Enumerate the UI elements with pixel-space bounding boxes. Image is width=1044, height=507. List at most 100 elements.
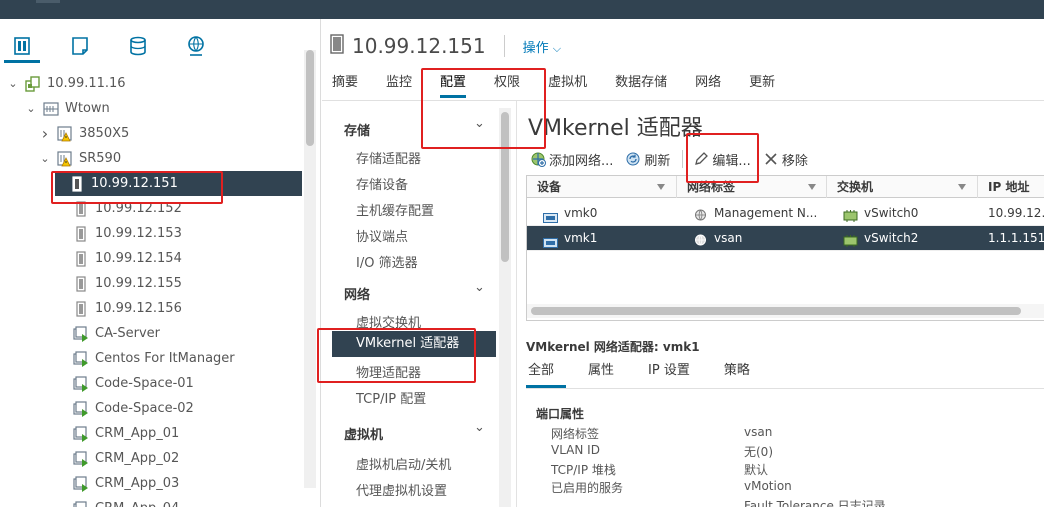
tree-item[interactable]: 10.99.12.153	[55, 221, 182, 246]
vm-icon	[73, 425, 89, 442]
cluster-warning-icon	[57, 150, 73, 167]
networking-view-icon[interactable]	[182, 33, 210, 59]
chevron-down-icon[interactable]: ⌄	[7, 77, 19, 90]
network-icon	[693, 207, 708, 221]
grid-scrollbar-thumb[interactable]	[531, 307, 1021, 315]
chevron-down-icon[interactable]: ⌄	[39, 152, 51, 165]
tree-item[interactable]: CRM_App_02	[55, 446, 179, 471]
network-label: Management N...	[714, 206, 818, 220]
inventory-pane: ⌄ 10.99.11.16 ⌄ Wtown › 3850X5 ⌄ SR590 10.99.12.…	[0, 19, 320, 507]
config-item[interactable]: TCP/IP 配置	[356, 388, 426, 407]
table-row[interactable]: vmk1 vsan vSwitch2 1.1.1.151	[527, 226, 1044, 251]
chevron-down-icon[interactable]: ⌄	[474, 420, 485, 435]
add-network-icon	[530, 151, 546, 167]
grid-horizontal-scrollbar[interactable]	[527, 304, 1044, 318]
device-name: vmk0	[564, 206, 598, 220]
filter-icon[interactable]	[657, 184, 665, 190]
chevron-right-icon[interactable]: ›	[39, 124, 51, 143]
tree-item[interactable]: 10.99.12.156	[55, 296, 182, 321]
tree-item[interactable]: › 3850X5	[39, 121, 129, 146]
config-item[interactable]: 存储适配器	[356, 148, 421, 167]
network-adapter-icon	[543, 233, 558, 248]
tree-item-label: CRM_App_03	[95, 476, 180, 491]
tab-6[interactable]: 网络	[695, 70, 721, 100]
tree-item-label: CA-Server	[95, 326, 161, 341]
column-device[interactable]: 设备	[527, 176, 677, 198]
config-item[interactable]: 主机缓存配置	[356, 200, 434, 219]
tree-item-label: Wtown	[65, 101, 110, 116]
config-section-title[interactable]: 网络	[344, 284, 370, 303]
chevron-down-icon[interactable]: ⌄	[25, 102, 37, 115]
actions-menu[interactable]: 操作 ⌵	[523, 37, 562, 56]
device-cell: vmk0	[543, 201, 673, 226]
tab-4[interactable]: 虚拟机	[548, 70, 587, 100]
host-icon	[73, 225, 89, 242]
tree-item[interactable]: Centos For ItManager	[55, 346, 235, 371]
column-switch[interactable]: 交换机	[827, 176, 978, 198]
switch-cell: vSwitch0	[843, 201, 975, 226]
tree-scrollbar[interactable]	[304, 50, 316, 488]
tree-item[interactable]: Code-Space-02	[55, 396, 194, 421]
add-network-label: 添加网络...	[549, 153, 614, 169]
vms-templates-view-icon[interactable]	[66, 33, 94, 59]
config-item[interactable]: 代理虚拟机设置	[356, 480, 447, 499]
tree-item[interactable]: ⌄ Wtown	[25, 96, 110, 121]
tree-scrollbar-thumb[interactable]	[306, 50, 314, 146]
column-ip[interactable]: IP 地址	[978, 176, 1044, 198]
detail-title: VMkernel 网络适配器: vmk1	[526, 340, 700, 354]
datacenter-icon	[25, 75, 41, 92]
tree-item[interactable]: CRM_App_03	[55, 471, 179, 496]
detail-tabs: 全部 属性 IP 设置 策略	[526, 360, 782, 388]
tree-item-label: Code-Space-02	[95, 401, 194, 416]
tree-item[interactable]: 10.99.12.154	[55, 246, 182, 271]
detail-tab-1[interactable]: 属性	[586, 360, 616, 388]
tree-item[interactable]: 10.99.12.155	[55, 271, 182, 296]
config-item[interactable]: 虚拟机启动/关机	[356, 454, 451, 473]
storage-view-icon[interactable]	[124, 33, 152, 59]
table-row[interactable]: vmk0 Management N... vSwitch0 10.99.12.151	[527, 201, 1044, 226]
tree-item[interactable]: CRM_App_01	[55, 421, 179, 446]
ip-cell: 10.99.12.151	[988, 201, 1044, 226]
property-value: 默认	[744, 463, 769, 477]
top-bar-decoration	[36, 0, 60, 3]
column-switch-label: 交换机	[837, 180, 874, 194]
config-item[interactable]: I/O 筛选器	[356, 252, 418, 271]
tree-item-label: CRM_App_01	[95, 426, 180, 441]
config-item[interactable]: 协议端点	[356, 226, 408, 245]
hosts-clusters-view-icon[interactable]	[4, 33, 40, 63]
tree-item[interactable]: ⌄ 10.99.11.16	[7, 71, 126, 96]
filter-icon[interactable]	[808, 184, 816, 190]
remove-button[interactable]: 移除	[763, 150, 808, 169]
close-icon	[763, 151, 779, 167]
host-icon	[73, 275, 89, 292]
chevron-down-icon[interactable]: ⌄	[474, 280, 485, 295]
tab-7[interactable]: 更新	[749, 70, 775, 100]
detail-tab-2[interactable]: IP 设置	[646, 360, 692, 388]
add-network-button[interactable]: 添加网络...	[530, 150, 613, 169]
tree-item[interactable]: CRM_App_04	[55, 496, 179, 507]
host-icon	[73, 300, 89, 317]
pane-divider[interactable]	[320, 19, 321, 507]
toolbar-separator	[682, 150, 684, 168]
config-sidebar-scrollbar[interactable]	[499, 108, 511, 507]
detail-tab-0[interactable]: 全部	[526, 360, 567, 388]
tree-item[interactable]: ⌄ SR590	[39, 146, 121, 171]
vm-icon	[73, 350, 89, 367]
tree-item[interactable]: Code-Space-01	[55, 371, 194, 396]
object-header: 10.99.12.151 操作 ⌵	[330, 31, 561, 61]
tree-item-label: Centos For ItManager	[95, 351, 235, 366]
detail-tab-3[interactable]: 策略	[722, 360, 752, 388]
tree-item-label: Code-Space-01	[95, 376, 194, 391]
tab-0[interactable]: 摘要	[332, 70, 358, 100]
config-section-title[interactable]: 存储	[344, 120, 370, 139]
host-name: 10.99.12.151	[352, 34, 486, 58]
tab-5[interactable]: 数据存储	[615, 70, 667, 100]
tab-1[interactable]: 监控	[386, 70, 412, 100]
refresh-button[interactable]: 刷新	[625, 150, 670, 169]
tree-item-label: 10.99.12.154	[95, 251, 182, 266]
filter-icon[interactable]	[958, 184, 966, 190]
tree-item[interactable]: CA-Server	[55, 321, 160, 346]
config-item[interactable]: 存储设备	[356, 174, 408, 193]
config-section-title[interactable]: 虚拟机	[344, 424, 383, 443]
property-value: vMotion	[744, 479, 792, 493]
